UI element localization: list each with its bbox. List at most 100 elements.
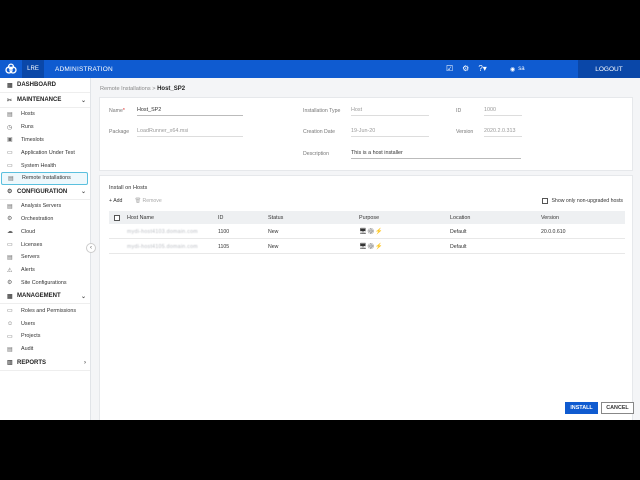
config-icon: ⚙ [7,189,13,196]
row-host-name: mydi-host4105.domain.com [127,243,198,250]
sidebar-item-users[interactable]: ☺ Users [0,317,90,330]
col-location[interactable]: Location [450,211,470,224]
details-panel: Name* Host_SP2 Package LoadRunner_x64.ms… [99,97,633,171]
creation-date-label: Creation Date [303,129,336,135]
row-id: 1105 [218,243,230,250]
settings-icon[interactable]: ⚙ [462,60,469,78]
app-logo-icon[interactable] [0,60,22,78]
select-all-checkbox[interactable] [114,211,120,224]
version-label: Version [456,129,474,135]
roles-icon: ▭ [7,308,13,315]
section-title[interactable]: ADMINISTRATION [44,66,113,73]
version-field: 2020.2.0.313 [484,128,522,137]
name-label: Name* [109,108,125,114]
row-status: New [268,228,279,235]
license-icon: ▭ [7,242,13,249]
alert-icon: ⚠ [7,267,13,274]
sidebar-collapse-button[interactable]: ‹ [86,243,96,253]
tasks-icon[interactable]: ☑ [446,60,453,78]
breadcrumb-current: Host_SP2 [157,86,186,92]
help-icon[interactable]: ?▾ [478,60,486,78]
calendar-icon: ▣ [7,137,13,144]
sidebar-item-system-health[interactable]: ▭ System Health [0,159,90,172]
description-label: Description [303,151,329,157]
id-label: ID [456,108,462,114]
sidebar-item-aut[interactable]: ▭ Application Under Test [0,146,90,159]
table-row[interactable]: mydi-host4103.domain.com 1100 New 🖥⚙⚡ De… [109,225,625,239]
sidebar-section-management[interactable]: ▦ MANAGEMENT ⌄ [0,289,90,305]
user-icon: ◉ [510,66,516,73]
add-host-button[interactable]: + Add [109,198,122,204]
cancel-button[interactable]: CANCEL [601,402,634,414]
col-id[interactable]: ID [218,211,223,224]
app-icon: ▭ [7,150,13,157]
sidebar-item-audit[interactable]: ▤ Audit [0,343,90,356]
hosts-toolbar: + Add 🗑 Remove [109,198,162,204]
chevron-down-icon: ⌄ [80,189,86,196]
sidebar-item-servers[interactable]: ▤ Servers [0,251,90,264]
sidebar-item-analysis-servers[interactable]: ▤ Analysis Servers [0,200,90,213]
sidebar-item-timeslots[interactable]: ▣ Timeslots [0,134,90,147]
row-location: Default [450,243,467,250]
row-version: 20.0.0.610 [541,228,566,235]
users-icon: ☺ [7,320,14,327]
sidebar-item-remote-installations[interactable]: ▤ Remote Installations [1,171,88,185]
site-icon: ⚙ [7,280,13,287]
install-button[interactable]: INSTALL [565,402,598,414]
sidebar-item-site-configurations[interactable]: ⚙ Site Configurations [0,277,90,290]
dashboard-icon: ▦ [7,82,13,89]
audit-icon: ▤ [7,346,13,353]
package-field: LoadRunner_x64.msi [137,128,243,137]
package-label: Package [109,129,130,135]
name-field[interactable]: Host_SP2 [137,107,243,116]
product-tab[interactable]: LRE [22,60,44,78]
col-status[interactable]: Status [268,211,283,224]
row-location: Default [450,228,467,235]
sidebar-item-runs[interactable]: ◷ Runs [0,121,90,134]
table-row[interactable]: mydi-host4105.domain.com 1105 New 🖥⚙⚡ De… [109,240,625,254]
non-upgraded-filter[interactable]: Show only non-upgraded hosts [542,198,623,204]
col-version[interactable]: Version [541,211,559,224]
sidebar-section-maintenance[interactable]: ✂ MAINTENANCE ⌄ [0,93,90,108]
hosts-section-title: Install on Hosts [109,185,148,191]
sidebar-item-orchestration[interactable]: ⚙ Orchestration [0,213,90,226]
hosts-table-header: Host Name ID Status Purpose Location Ver… [109,211,625,224]
sidebar-item-licenses[interactable]: ▭ Licenses [0,238,90,251]
remove-host-button[interactable]: 🗑 Remove [134,198,161,204]
projects-icon: ▭ [7,333,13,340]
sidebar-item-roles[interactable]: ▭ Roles and Permissions [0,304,90,317]
sidebar-item-alerts[interactable]: ⚠ Alerts [0,264,90,277]
app-window: LRE ADMINISTRATION ☑ ⚙ ?▾ ◉ sa LOGOUT ▦ D… [0,60,640,420]
description-field[interactable]: This is a host installer [351,150,521,159]
sidebar-item-projects[interactable]: ▭ Projects [0,330,90,343]
server-icon: ▤ [7,254,13,261]
sidebar-dashboard[interactable]: ▦ DASHBOARD [0,78,90,93]
chevron-left-icon: ‹ [90,245,92,251]
id-field: 1000 [484,107,522,116]
install-on-hosts-panel: Install on Hosts + Add 🗑 Remove Show onl… [99,175,633,420]
install-type-label: Installation Type [303,108,341,114]
row-id: 1100 [218,228,230,235]
sidebar-item-hosts[interactable]: ▤ Hosts [0,108,90,121]
sidebar-section-reports[interactable]: ▥ REPORTS › [0,356,90,371]
user-name: sa [518,66,525,72]
col-purpose[interactable]: Purpose [359,211,379,224]
col-host-name[interactable]: Host Name [127,211,154,224]
install-icon: ▤ [8,175,14,182]
breadcrumb: Remote Installations > Host_SP2 [100,86,185,92]
row-host-name: mydi-host4103.domain.com [127,228,198,235]
sidebar-section-configuration[interactable]: ⚙ CONFIGURATION ⌄ [0,185,90,200]
chevron-right-icon: › [84,359,86,366]
server-icon: ▤ [7,203,13,210]
non-upgraded-checkbox[interactable] [542,198,549,204]
monitor-icon: ▭ [7,163,13,170]
breadcrumb-separator: > [152,86,156,92]
management-icon: ▦ [7,293,13,300]
user-menu[interactable]: ◉ sa [510,60,525,78]
creation-date-field: 19-Jun-20 [351,128,429,137]
row-purpose-icons: 🖥⚙⚡ [359,229,384,235]
breadcrumb-parent[interactable]: Remote Installations [100,86,151,92]
sidebar-item-cloud[interactable]: ☁ Cloud [0,225,90,238]
logout-button[interactable]: LOGOUT [578,60,640,78]
reports-icon: ▥ [7,360,13,367]
